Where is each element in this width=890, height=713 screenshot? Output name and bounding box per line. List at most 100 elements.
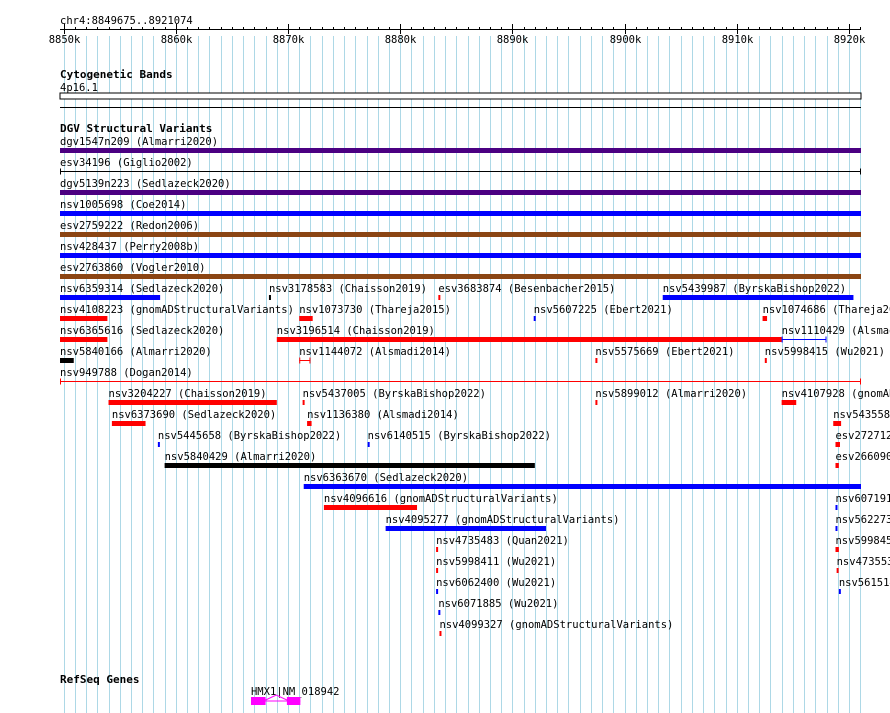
variant-feature[interactable]: dgv5139n223 (Sedlazeck2020) [60,178,861,195]
gene-exon[interactable] [286,697,301,705]
variant-bar[interactable] [436,568,439,573]
variant-bar[interactable] [438,610,441,615]
variant-bar[interactable] [595,358,598,363]
variant-feature[interactable]: nsv5615141 [838,577,890,594]
band-bar[interactable] [59,92,862,100]
variant-bar[interactable] [60,358,74,363]
variant-bar[interactable] [108,400,277,405]
variant-bar[interactable] [60,295,161,300]
variant-feature[interactable]: nsv1074686 (Thareja2015) [762,304,890,321]
variant-feature[interactable]: nsv5439987 (ByrskaBishop2022) [662,283,854,300]
variant-feature[interactable]: nsv6062400 (Wu2021) [436,577,556,594]
variant-bar[interactable] [111,421,146,426]
variant-bar[interactable] [533,316,536,321]
variant-feature[interactable]: nsv6140515 (ByrskaBishop2022) [367,430,551,447]
variant-feature[interactable]: nsv5998452 [835,535,890,552]
variant-feature[interactable]: nsv5445658 (ByrskaBishop2022) [157,430,341,447]
variant-bar[interactable] [835,442,840,447]
position-label: chr4:8849675..8921074 [60,15,193,27]
variant-feature[interactable]: nsv3204227 (Chaisson2019) [108,388,277,405]
variant-bar[interactable] [60,211,861,216]
variant-feature[interactable]: dgv1547n209 (Almarri2020) [60,136,861,153]
variant-bar[interactable] [838,589,841,594]
variant-feature[interactable]: nsv6373690 (Sedlazeck2020) [111,409,276,426]
variant-bar[interactable] [835,505,838,510]
variant-feature[interactable]: nsv3178583 (Chaisson2019) [268,283,427,300]
variant-bar[interactable] [835,547,839,552]
track-refseq[interactable]: RefSeq Genes HMX1|NM_018942 [60,673,340,705]
variant-feature[interactable]: nsv5437005 (ByrskaBishop2022) [302,388,486,405]
variant-bar[interactable] [299,316,313,321]
variant-feature[interactable]: esv2660904 [835,451,890,468]
variant-feature[interactable]: nsv5607225 (Ebert2021) [533,304,673,321]
variant-bar[interactable] [439,631,442,636]
variant-feature[interactable]: nsv6363670 (Sedlazeck2020) [303,472,861,489]
variant-bar[interactable] [781,400,797,405]
variant-feature[interactable]: nsv1005698 (Coe2014) [60,199,861,216]
variant-bar[interactable] [438,295,441,300]
variant-bar[interactable] [60,316,108,321]
variant-bar[interactable] [323,505,418,510]
variant-feature[interactable]: nsv6359314 (Sedlazeck2020) [60,283,224,300]
tick-label: 8910k [722,34,754,46]
variant-feature[interactable]: esv2727123 [835,430,890,447]
variant-feature[interactable]: nsv6071913 [835,493,890,510]
variant-bar[interactable] [60,253,861,258]
variant-feature[interactable]: nsv5435589 [833,409,890,426]
variant-feature[interactable]: nsv5622735 [835,514,890,531]
gene-feature[interactable]: HMX1|NM_018942 [250,686,340,705]
variant-bar[interactable] [164,463,535,468]
variant-feature[interactable]: 4p16.1 [59,82,862,100]
feature-label: esv2763860 (Vogler2010) [60,262,205,274]
variant-feature[interactable]: nsv1136380 (Alsmadi2014) [307,409,459,426]
track-dgv[interactable]: DGV Structural Variantsdgv1547n209 (Alma… [60,122,890,636]
variant-feature[interactable]: nsv5998411 (Wu2021) [436,556,556,573]
variant-feature[interactable]: nsv4095277 (gnomADStructuralVariants) [385,514,620,531]
variant-feature[interactable]: esv2763860 (Vogler2010) [60,262,861,279]
tracks[interactable]: Cytogenetic Bands4p16.1 DGV Structural Va… [59,68,890,705]
variant-bar[interactable] [662,295,854,300]
variant-feature[interactable]: nsv5899012 (Almarri2020) [595,388,747,405]
variant-feature[interactable]: nsv1144072 (Alsmadi2014) [299,346,451,364]
variant-bar[interactable] [836,568,839,573]
position-ruler[interactable]: chr4:8849675..8921074 8850k 8860k 8870k 888… [49,15,866,46]
variant-bar[interactable] [60,190,861,195]
genome-browser-view[interactable]: chr4:8849675..8921074 8850k 8860k 8870k 888… [0,0,890,713]
variant-bar[interactable] [764,358,767,363]
variant-bar[interactable] [307,421,312,426]
variant-bar[interactable] [835,526,838,531]
gene-exon[interactable] [250,697,266,705]
variant-bar[interactable] [367,442,370,447]
variant-bar[interactable] [762,316,768,321]
variant-feature[interactable]: esv34196 (Giglio2002) [60,157,861,175]
track-cytoband[interactable]: Cytogenetic Bands4p16.1 [59,68,862,108]
variant-bar[interactable] [436,589,439,594]
variant-feature[interactable]: nsv1110429 (Alsmadi2014) [781,325,890,343]
variant-feature[interactable]: nsv5840166 (Almarri2020) [60,346,212,363]
variant-feature[interactable]: nsv949788 (Dogan2014) [60,367,861,385]
variant-bar[interactable] [60,337,108,342]
variant-bar[interactable] [302,400,305,405]
variant-bar[interactable] [60,274,861,279]
variant-feature[interactable]: nsv428437 (Perry2008b) [60,241,861,258]
variant-feature[interactable]: nsv4107928 (gnomADStructuralVariants) [781,388,890,405]
variant-feature[interactable]: nsv1073730 (Thareja2015) [299,304,451,321]
variant-bar[interactable] [60,148,861,153]
variant-bar[interactable] [436,547,439,552]
variant-feature[interactable]: nsv5575669 (Ebert2021) [595,346,734,363]
variant-bar[interactable] [268,295,271,300]
variant-bar[interactable] [833,421,842,426]
variant-feature[interactable]: esv2759222 (Redon2006) [60,220,861,237]
variant-bar[interactable] [303,484,861,489]
variant-bar[interactable] [276,337,782,342]
variant-feature[interactable]: esv3683874 (Besenbacher2015) [438,283,615,300]
variant-bar[interactable] [595,400,598,405]
variant-feature[interactable]: nsv4735534 [836,556,890,573]
variant-bar[interactable] [385,526,547,531]
variant-bar[interactable] [835,463,839,468]
variant-feature[interactable]: nsv4096616 (gnomADStructuralVariants) [323,493,558,510]
variant-feature[interactable]: nsv4099327 (gnomADStructuralVariants) [439,619,673,636]
variant-bar[interactable] [157,442,160,447]
variant-bar[interactable] [60,232,861,237]
variant-feature[interactable]: nsv3196514 (Chaisson2019) [276,325,782,342]
